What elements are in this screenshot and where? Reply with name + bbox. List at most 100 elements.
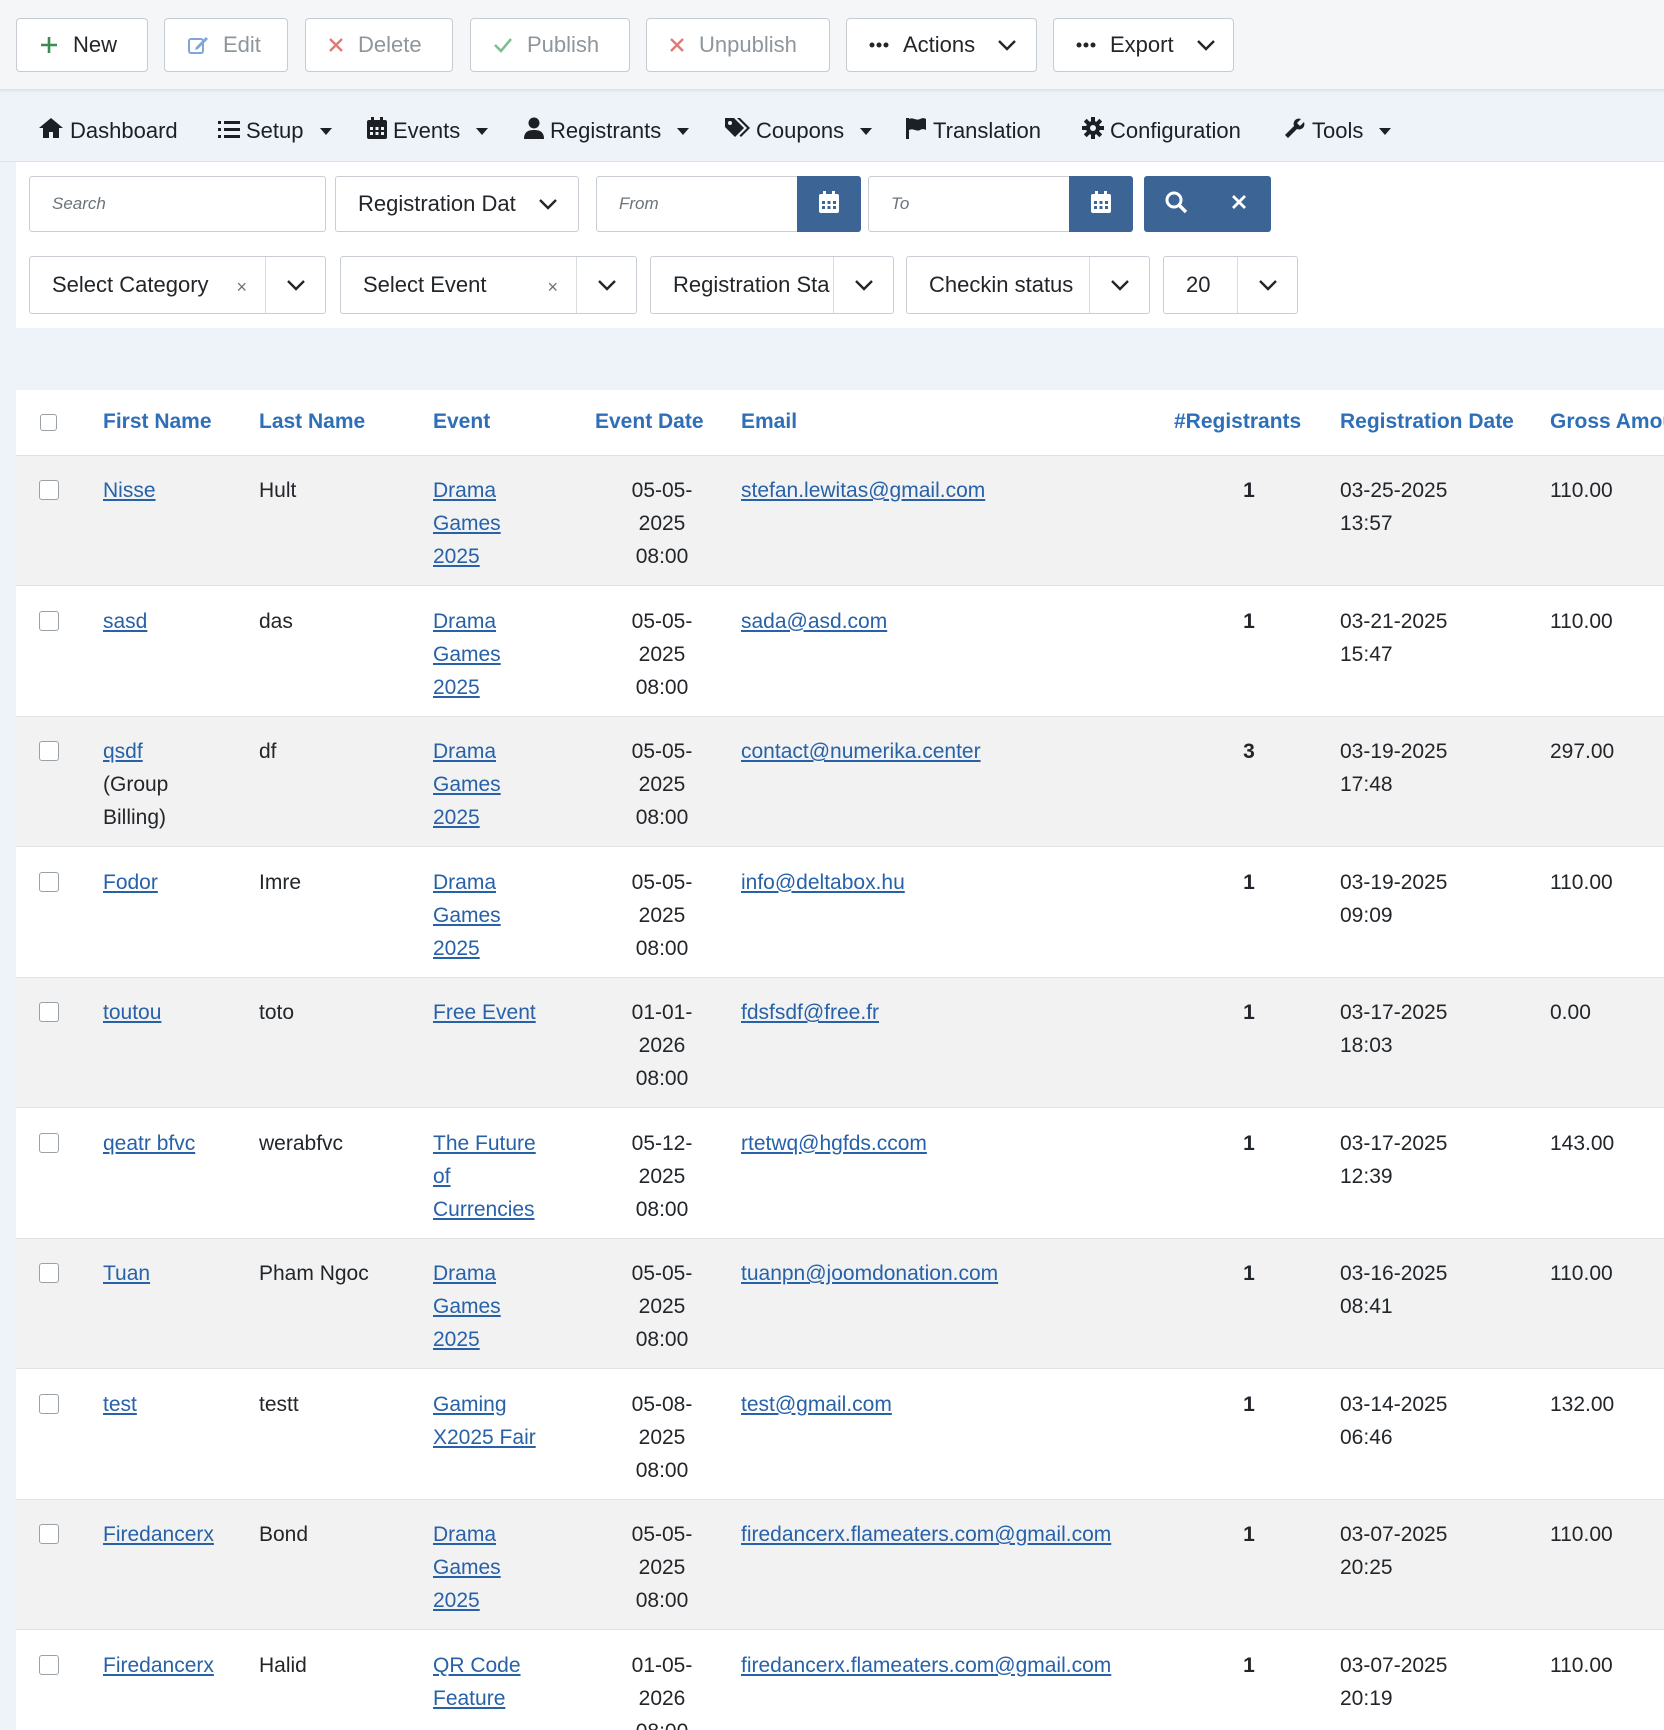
event-link[interactable]: Gaming <box>433 1388 573 1421</box>
menu-events[interactable]: Events <box>367 116 489 146</box>
to-date-input[interactable]: To <box>868 176 1070 232</box>
select-all-checkbox[interactable] <box>40 414 57 431</box>
date-type-select[interactable]: Registration Dat <box>335 176 579 232</box>
col-registration-date[interactable]: Registration Date <box>1340 410 1514 434</box>
event-link[interactable]: Drama <box>433 474 573 507</box>
first-name-link[interactable]: Nisse <box>103 479 156 502</box>
event-link[interactable]: of <box>433 1160 573 1193</box>
row-checkbox[interactable] <box>39 1263 59 1283</box>
event-link[interactable]: Feature <box>433 1682 573 1715</box>
event-date-line: 05-05- <box>631 870 693 894</box>
event-link[interactable]: X2025 Fair <box>433 1421 573 1454</box>
menu-dashboard[interactable]: Dashboard <box>38 116 178 146</box>
unpublish-button[interactable]: Unpublish <box>646 18 830 72</box>
menu-translation[interactable]: Translation <box>905 116 1041 146</box>
email-link[interactable]: sada@asd.com <box>741 610 887 633</box>
menu-setup[interactable]: Setup <box>218 116 332 146</box>
event-link[interactable]: Drama <box>433 1518 573 1551</box>
event-link[interactable]: QR Code <box>433 1649 573 1682</box>
event-link[interactable]: Games <box>433 899 573 932</box>
event-link[interactable]: Free Event <box>433 996 573 1029</box>
event-select[interactable]: Select Event × <box>340 256 637 314</box>
first-name-link[interactable]: toutou <box>103 1001 161 1024</box>
row-checkbox[interactable] <box>39 1393 59 1414</box>
row-checkbox[interactable] <box>39 610 59 631</box>
email-link[interactable]: test@gmail.com <box>741 1393 892 1416</box>
home-icon <box>38 117 64 145</box>
menu-tools-label: Tools <box>1312 118 1364 143</box>
edit-button[interactable]: Edit <box>164 18 288 72</box>
event-date-line: 2025 <box>638 1295 686 1318</box>
email-link[interactable]: firedancerx.flameaters.com@gmail.com <box>741 1523 1111 1546</box>
event-link[interactable]: 2025 <box>433 932 573 965</box>
clear-category-icon[interactable]: × <box>236 277 247 298</box>
clear-button[interactable] <box>1207 176 1270 232</box>
event-link[interactable]: Drama <box>433 1257 573 1290</box>
event-link[interactable]: 2025 <box>433 540 573 573</box>
event-link[interactable]: Currencies <box>433 1193 573 1226</box>
email-link[interactable]: tuanpn@joomdonation.com <box>741 1262 998 1285</box>
event-link[interactable]: 2025 <box>433 671 573 704</box>
email-link[interactable]: contact@numerika.center <box>741 740 981 763</box>
col-first-name[interactable]: First Name <box>103 410 212 434</box>
event-link[interactable]: 2025 <box>433 1323 573 1356</box>
first-name-link[interactable]: qeatr bfvc <box>103 1132 195 1155</box>
event-link[interactable]: The Future <box>433 1127 573 1160</box>
col-email[interactable]: Email <box>741 410 797 434</box>
menu-registrants[interactable]: Registrants <box>524 116 690 146</box>
first-name-link[interactable]: Tuan <box>103 1262 150 1285</box>
from-date-input[interactable]: From <box>596 176 798 232</box>
delete-button[interactable]: Delete <box>305 18 453 72</box>
from-calendar-button[interactable] <box>797 176 861 232</box>
menu-tools[interactable]: Tools <box>1284 116 1392 146</box>
menu-configuration[interactable]: Configuration <box>1082 116 1241 146</box>
row-checkbox[interactable] <box>39 1524 59 1544</box>
row-checkbox[interactable] <box>39 1654 59 1675</box>
event-link[interactable]: Drama <box>433 866 573 899</box>
publish-button[interactable]: Publish <box>470 18 630 72</box>
first-name-link[interactable]: Firedancerx <box>103 1523 214 1546</box>
row-checkbox[interactable] <box>39 741 59 761</box>
list-limit-select[interactable]: 20 <box>1163 256 1298 314</box>
email-link[interactable]: fdsfsdf@free.fr <box>741 1001 879 1024</box>
event-link[interactable]: Games <box>433 638 573 671</box>
first-name-cell: Firedancerx <box>103 1518 243 1551</box>
email-link[interactable]: rtetwq@hgfds.ccom <box>741 1132 927 1155</box>
clear-event-icon[interactable]: × <box>547 277 558 298</box>
event-link[interactable]: 2025 <box>433 801 573 834</box>
row-checkbox[interactable] <box>39 1002 59 1022</box>
col-event[interactable]: Event <box>433 410 490 434</box>
registration-status-select[interactable]: Registration Sta <box>650 256 894 314</box>
row-checkbox[interactable] <box>39 480 59 500</box>
first-name-link[interactable]: sasd <box>103 610 147 633</box>
category-select[interactable]: Select Category × <box>29 256 326 314</box>
checkin-status-select[interactable]: Checkin status <box>906 256 1150 314</box>
first-name-link[interactable]: qsdf <box>103 740 143 763</box>
first-name-link[interactable]: Fodor <box>103 871 158 894</box>
actions-dropdown[interactable]: Actions <box>846 18 1037 72</box>
row-checkbox[interactable] <box>39 1132 59 1153</box>
search-input[interactable]: Search <box>29 176 326 232</box>
col-gross-amount[interactable]: Gross Amou <box>1550 410 1664 434</box>
to-calendar-button[interactable] <box>1069 176 1133 232</box>
export-dropdown[interactable]: Export <box>1053 18 1234 72</box>
event-link[interactable]: Games <box>433 1551 573 1584</box>
col-event-date[interactable]: Event Date <box>595 410 704 434</box>
event-link[interactable]: Drama <box>433 735 573 768</box>
search-button[interactable] <box>1144 176 1207 232</box>
col-registrants[interactable]: #Registrants <box>1174 410 1301 434</box>
first-name-link[interactable]: Firedancerx <box>103 1654 214 1677</box>
first-name-link[interactable]: test <box>103 1393 137 1416</box>
email-link[interactable]: firedancerx.flameaters.com@gmail.com <box>741 1654 1111 1677</box>
new-button[interactable]: New <box>16 18 148 72</box>
email-link[interactable]: info@deltabox.hu <box>741 871 905 894</box>
event-link[interactable]: Games <box>433 507 573 540</box>
event-link[interactable]: Games <box>433 1290 573 1323</box>
event-link[interactable]: 2025 <box>433 1584 573 1617</box>
col-last-name[interactable]: Last Name <box>259 410 365 434</box>
event-link[interactable]: Games <box>433 768 573 801</box>
event-link[interactable]: Drama <box>433 605 573 638</box>
email-link[interactable]: stefan.lewitas@gmail.com <box>741 479 985 502</box>
row-checkbox[interactable] <box>39 871 59 892</box>
menu-coupons[interactable]: Coupons <box>724 116 873 146</box>
